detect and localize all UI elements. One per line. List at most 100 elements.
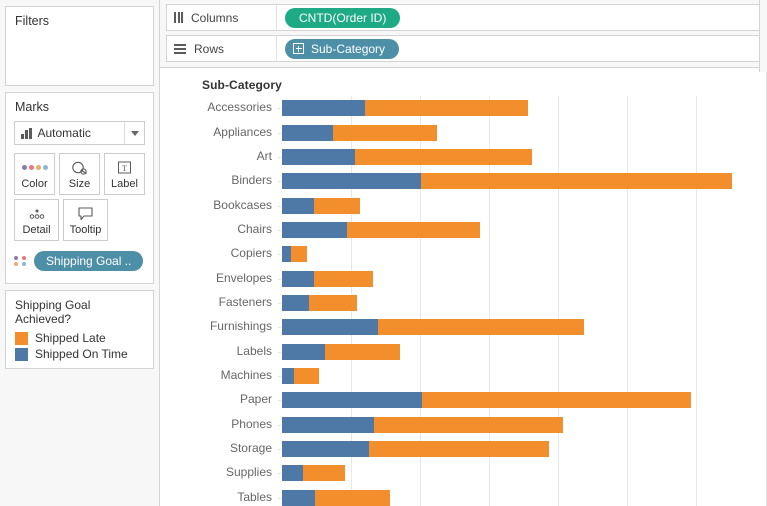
detail-dots-icon [28, 205, 46, 223]
row-header-label[interactable]: Accessories [207, 100, 272, 114]
mark-type-dropdown[interactable]: Automatic [14, 121, 145, 145]
bar-row[interactable] [282, 489, 760, 506]
bar-row[interactable] [282, 197, 760, 214]
row-header-label[interactable]: Binders [231, 173, 272, 187]
bar-row[interactable] [282, 100, 760, 117]
bar-segment[interactable] [314, 197, 360, 214]
pill-cntd-order-id[interactable]: CNTD(Order ID) [285, 7, 401, 28]
row-header-label[interactable]: Copiers [231, 246, 272, 260]
row-header-label[interactable]: Paper [240, 392, 272, 406]
bar-segment[interactable] [282, 270, 314, 287]
bar-segment[interactable] [347, 221, 480, 238]
color-button[interactable]: Color [14, 153, 55, 195]
bar-segment[interactable] [332, 124, 437, 141]
row-header-label[interactable]: Furnishings [210, 319, 272, 333]
bar-row[interactable] [282, 295, 760, 311]
filters-title: Filters [15, 14, 50, 28]
bar-segment[interactable] [313, 270, 374, 287]
bar-segment[interactable] [308, 295, 358, 311]
bar-segment[interactable] [282, 343, 326, 360]
row-header-label[interactable]: Supplies [226, 465, 272, 479]
bar-row[interactable] [282, 246, 760, 263]
bar-segment[interactable] [282, 392, 423, 409]
expand-plus-icon[interactable] [293, 43, 304, 54]
row-header-label[interactable]: Labels [237, 344, 272, 358]
shelf-zone: Columns CNTD(Order ID) Rows Sub-Category [160, 0, 767, 68]
bar-row[interactable] [282, 173, 760, 190]
row-header-label[interactable]: Fasteners [219, 295, 272, 309]
bar-row[interactable] [282, 441, 760, 458]
row-tick [278, 132, 281, 134]
detail-button[interactable]: Detail [14, 199, 59, 241]
bar-segment[interactable] [282, 295, 309, 311]
bar-segment[interactable] [282, 221, 348, 238]
bar-segment[interactable] [282, 100, 365, 117]
bar-row[interactable] [282, 124, 760, 141]
label-button[interactable]: T Label [104, 153, 145, 195]
viz-canvas[interactable]: Sub-Category Accessories Appliances Art Bin… [160, 68, 767, 506]
bar-row[interactable] [282, 465, 760, 482]
legend-item-shipped-late[interactable]: Shipped Late [6, 330, 153, 346]
row-header-label[interactable]: Phones [231, 417, 272, 431]
row-header-label[interactable]: Tables [237, 490, 272, 504]
bar-segment[interactable] [373, 416, 563, 433]
row-header-label[interactable]: Chairs [237, 222, 272, 236]
bar-row[interactable] [282, 392, 760, 409]
legend-title: Shipping Goal Achieved? [15, 298, 91, 326]
bar-segment[interactable] [282, 197, 315, 214]
bar-segment[interactable] [354, 148, 533, 165]
bar-segment[interactable] [294, 368, 319, 385]
bar-segment[interactable] [420, 173, 733, 190]
bar-segment[interactable] [422, 392, 691, 409]
row-header-label[interactable]: Machines [221, 368, 272, 382]
row-tick [278, 473, 281, 475]
bar-row[interactable] [282, 270, 760, 287]
row-header-label[interactable]: Art [257, 149, 272, 163]
bar-segment[interactable] [282, 319, 379, 336]
bar-segment[interactable] [282, 173, 421, 190]
row-header-label[interactable]: Storage [230, 441, 272, 455]
row-header-label[interactable]: Appliances [213, 125, 272, 139]
columns-shelf[interactable]: Columns CNTD(Order ID) [166, 4, 761, 31]
bar-segment[interactable] [282, 489, 316, 506]
marks-color-pill[interactable]: Shipping Goal .. [34, 251, 144, 271]
bar-segment[interactable] [378, 319, 584, 336]
bar-segment[interactable] [282, 368, 295, 385]
bar-segment[interactable] [282, 246, 291, 263]
bar-segment[interactable] [282, 465, 303, 482]
size-button[interactable]: Size [59, 153, 100, 195]
bar-row[interactable] [282, 221, 760, 238]
bar-segment[interactable] [290, 246, 307, 263]
bar-segment[interactable] [302, 465, 346, 482]
bar-row[interactable] [282, 319, 760, 336]
bar-row[interactable] [282, 416, 760, 433]
rows-shelf[interactable]: Rows Sub-Category [166, 35, 761, 62]
legend-swatch-late [15, 331, 28, 345]
row-header-label[interactable]: Bookcases [213, 198, 272, 212]
tooltip-icon [77, 205, 94, 223]
bar-segment[interactable] [315, 489, 391, 506]
bar-segment[interactable] [364, 100, 529, 117]
row-header-title: Sub-Category [202, 78, 282, 92]
pill-sub-category[interactable]: Sub-Category [285, 38, 400, 59]
row-header-label[interactable]: Envelopes [216, 271, 272, 285]
bar-row[interactable] [282, 148, 760, 165]
tooltip-button[interactable]: Tooltip [63, 199, 108, 241]
bar-segment[interactable] [325, 343, 401, 360]
legend-item-shipped-on-time[interactable]: Shipped On Time [6, 346, 153, 368]
bar-row[interactable] [282, 343, 760, 360]
bar-segment[interactable] [369, 441, 549, 458]
row-tick [278, 229, 281, 231]
rows-icon [174, 43, 186, 54]
legend-label-on-time: Shipped On Time [35, 347, 128, 361]
bar-row[interactable] [282, 368, 760, 385]
pill-sub-category-label: Sub-Category [311, 41, 386, 56]
chevron-down-icon[interactable] [124, 122, 144, 144]
bar-segment[interactable] [282, 441, 370, 458]
bar-segment[interactable] [282, 148, 355, 165]
rows-shelf-fields: Sub-Category [277, 38, 400, 59]
bar-segment[interactable] [282, 124, 333, 141]
marks-encoding-row: Shipping Goal .. [6, 245, 153, 273]
bar-segment[interactable] [282, 416, 374, 433]
bar-chart-icon [21, 127, 32, 139]
